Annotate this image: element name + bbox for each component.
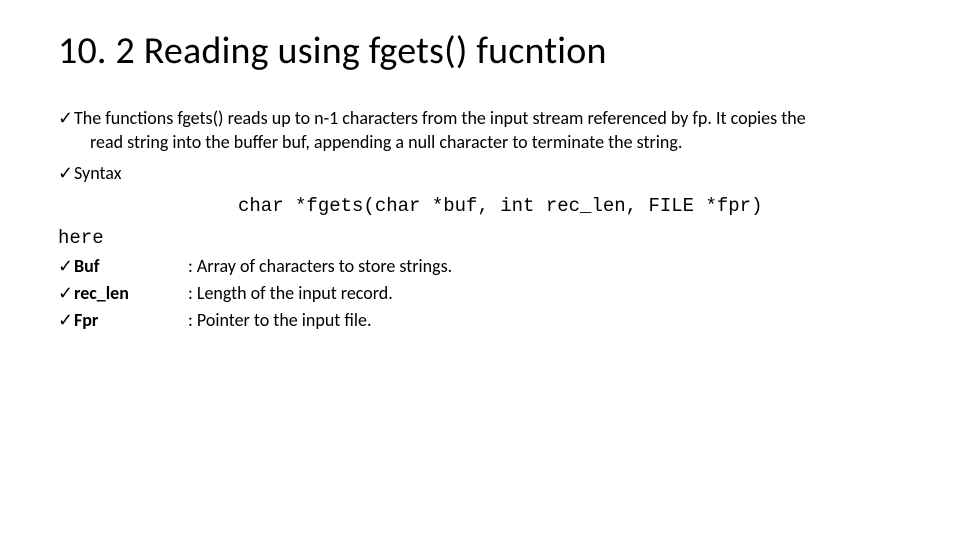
param-name: Fpr [74,309,98,331]
param-desc: : Length of the input record. [188,280,902,307]
param-term-buf: ✓ Buf [58,253,188,280]
here-label: here [58,227,902,249]
bullet-description: ✓ The functions fgets() reads up to n-1 … [58,106,902,155]
check-icon: ✓ [58,280,73,307]
slide: 10. 2 Reading using fgets() fucntion ✓ T… [0,0,960,540]
param-row: ✓ Fpr : Pointer to the input file. [58,307,902,334]
param-term-fpr: ✓ Fpr [58,307,188,334]
check-icon: ✓ [58,161,73,185]
check-icon: ✓ [58,307,73,334]
param-term-reclen: ✓ rec_len [58,280,188,307]
bullet-text-line2: read string into the buffer buf, appendi… [74,130,902,154]
syntax-code: char *fgets(char *buf, int rec_len, FILE… [238,195,902,217]
param-row: ✓ Buf : Array of characters to store str… [58,253,902,280]
param-name: Buf [74,255,99,277]
param-row: ✓ rec_len : Length of the input record. [58,280,902,307]
syntax-label: Syntax [74,162,122,184]
bullet-syntax: ✓ Syntax [58,161,902,185]
param-desc: : Pointer to the input file. [188,307,902,334]
check-icon: ✓ [58,253,73,280]
bullet-text-line1: The functions fgets() reads up to n-1 ch… [74,107,806,129]
check-icon: ✓ [58,106,73,130]
param-name: rec_len [74,282,129,304]
slide-title: 10. 2 Reading using fgets() fucntion [58,28,902,74]
param-desc: : Array of characters to store strings. [188,253,902,280]
